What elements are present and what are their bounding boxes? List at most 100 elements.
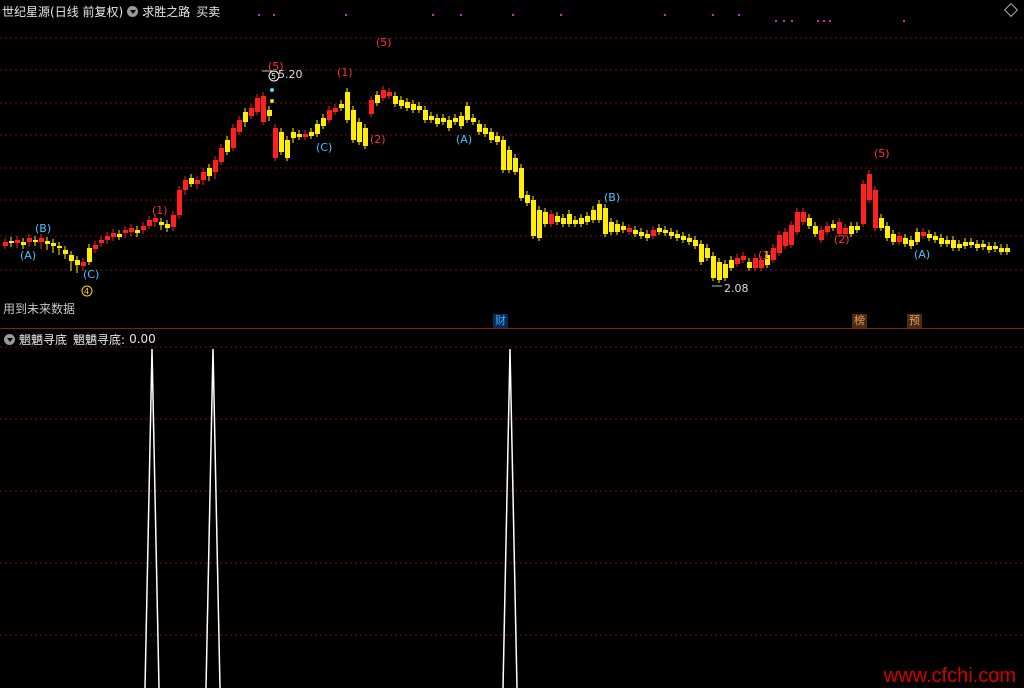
event-tag-forecast[interactable]: 预 (907, 314, 922, 328)
signal-dot (664, 14, 666, 16)
candle-body (585, 216, 590, 222)
candle-body (135, 230, 140, 233)
candle-body (729, 260, 734, 268)
candle-body (639, 232, 644, 236)
period-label[interactable]: (日线 前复权) (50, 3, 123, 20)
event-tag-list[interactable]: 榜 (852, 314, 867, 328)
candle-body (435, 118, 440, 124)
candle-body (321, 118, 326, 126)
candle-body (51, 243, 56, 246)
candle-body (411, 104, 416, 110)
candle-body (681, 236, 686, 240)
candle-body (915, 232, 920, 242)
indicator-panel[interactable]: 魍魉寻底 魍魉寻底: 0.00 (0, 329, 1024, 688)
candle-body (297, 134, 302, 137)
candle-body (969, 242, 974, 245)
candle-body (33, 240, 38, 242)
indicator-name[interactable]: 求胜之路 (142, 3, 190, 20)
candle-body (123, 230, 128, 233)
candle-body (855, 226, 860, 230)
stock-name[interactable]: 世纪星源 (2, 3, 50, 20)
wave-marker: (1) (758, 249, 774, 262)
candle-body (921, 232, 926, 236)
candle-body (87, 248, 92, 262)
candle-body (519, 168, 524, 198)
signal-dot (432, 14, 434, 16)
candle-body (903, 238, 908, 244)
candle-body (81, 262, 86, 266)
candle-body (189, 178, 194, 184)
indicator-header: 魍魉寻底 魍魉寻底: 0.00 (2, 331, 156, 347)
candle-body (231, 128, 236, 148)
candle-body (663, 230, 668, 233)
candle-body (591, 210, 596, 220)
candle-body (711, 256, 716, 278)
candle-body (465, 106, 470, 120)
candle-body (207, 168, 212, 176)
candle-body (141, 226, 146, 230)
candle-body (645, 234, 650, 238)
candle-body (345, 92, 350, 120)
candle-body (525, 195, 530, 203)
candle-body (309, 132, 314, 136)
candle-body (471, 118, 476, 122)
signal-dot (270, 88, 274, 92)
signal-dot (829, 20, 831, 22)
candle-body (291, 132, 296, 138)
candle-body (819, 230, 824, 240)
candle-body (669, 232, 674, 236)
sub-indicator-name[interactable]: 魍魉寻底 (19, 331, 67, 348)
circled-marker-label: 5 (271, 72, 276, 81)
candle-body (933, 236, 938, 240)
high-price-label: 5.20 (278, 68, 303, 81)
candle-body (723, 264, 728, 278)
candle-body (489, 132, 494, 140)
candle-body (405, 102, 410, 108)
signal-dot (512, 14, 514, 16)
wave-marker: (C) (316, 141, 332, 154)
candle-body (111, 233, 116, 237)
candle-body (579, 218, 584, 224)
candle-body (375, 95, 380, 103)
signal-dot (791, 20, 793, 22)
candle-body (993, 246, 998, 249)
event-tag-finance[interactable]: 财 (493, 314, 508, 328)
candle-body (39, 238, 44, 242)
candle-body (885, 226, 890, 238)
candle-body (177, 190, 182, 215)
candle-body (63, 250, 68, 254)
candle-body (675, 234, 680, 238)
signal-spike (144, 348, 160, 688)
wave-marker: (B) (35, 222, 51, 235)
indicator-chart[interactable] (0, 329, 1024, 688)
candle-body (735, 258, 740, 264)
candle-body (957, 244, 962, 248)
indicator-dropdown-icon[interactable] (127, 5, 139, 17)
candle-body (501, 140, 506, 170)
candle-body (861, 184, 866, 224)
candle-body (441, 118, 446, 122)
candle-body (279, 132, 284, 152)
candle-body (981, 244, 986, 247)
indicator-dropdown-icon[interactable] (4, 333, 15, 345)
candle-body (183, 180, 188, 190)
sub-indicator-value-label: 魍魉寻底: (73, 332, 126, 347)
wave-marker: (C) (83, 268, 99, 281)
signal-dot (258, 14, 260, 16)
candle-body (273, 128, 278, 158)
candlestick-chart[interactable]: (A)(B)(C)(1)(5)(5)(1)(C)(2) (A)(B)(1)(5)(… (0, 0, 1024, 328)
candle-body (381, 90, 386, 98)
candle-body (27, 238, 32, 242)
signal-dot (823, 20, 825, 22)
candle-body (783, 232, 788, 246)
wave-marker: (1) (152, 204, 168, 217)
sub-indicator-value: 0.00 (129, 332, 156, 346)
candle-body (495, 136, 500, 142)
main-chart-panel[interactable]: (A) (B) (C) (1) (5) (5) (1) (C) (2) (A) (B) (1) (5)(… (0, 0, 1024, 328)
candle-body (687, 238, 692, 242)
candle-body (213, 160, 218, 172)
candle-body (327, 110, 332, 120)
signal-spike (502, 348, 518, 688)
candle-body (999, 248, 1004, 252)
candle-body (795, 212, 800, 232)
